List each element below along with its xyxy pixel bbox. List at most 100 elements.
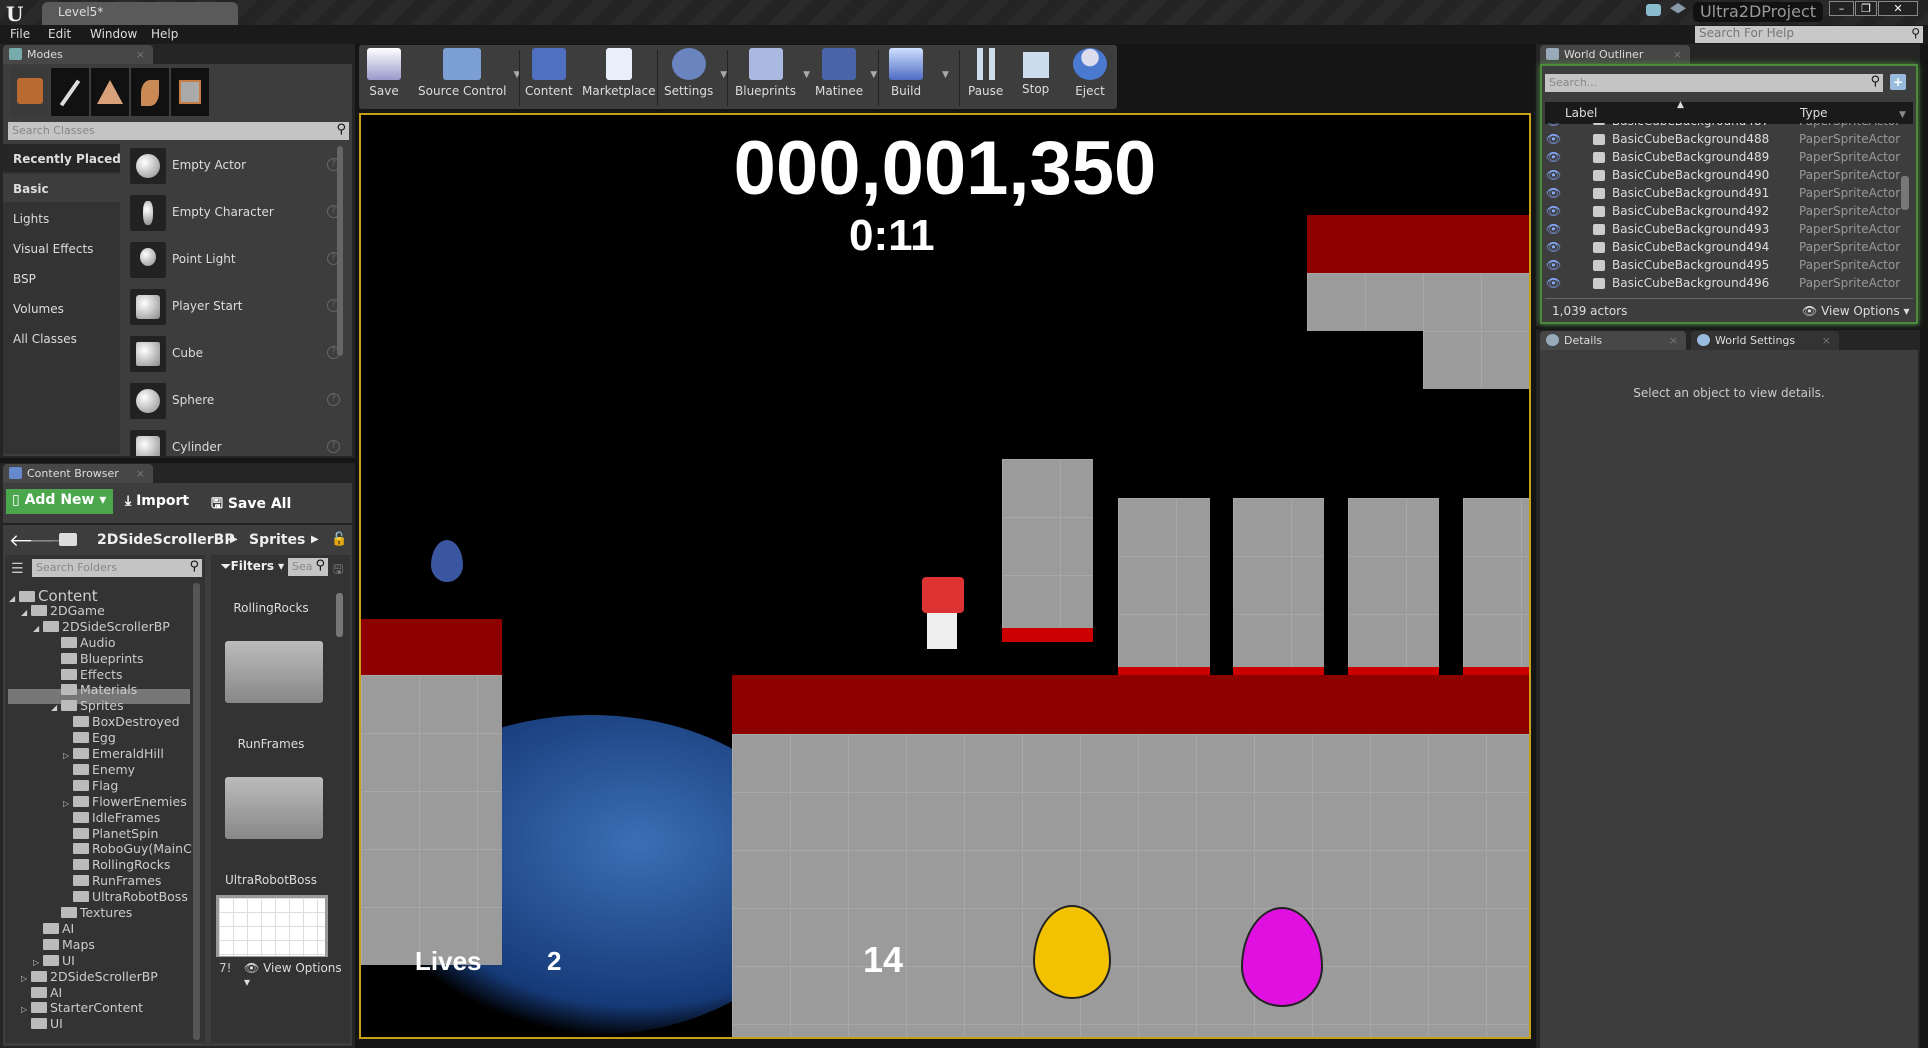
visibility-eye-icon[interactable]: 👁 [1546, 123, 1561, 128]
search-assets-input[interactable]: Sea ⚲ [288, 558, 328, 576]
column-label[interactable]: Label [1565, 106, 1597, 120]
asset-scrollbar[interactable] [336, 593, 343, 637]
expand-arrow-icon[interactable]: ▷ [21, 1005, 31, 1014]
folder-tree-item[interactable]: Effects [51, 667, 123, 682]
paint-mode-icon[interactable] [51, 68, 89, 116]
geometry-mode-icon[interactable] [171, 68, 209, 116]
expand-arrow-icon[interactable]: ◢ [33, 624, 43, 633]
expand-arrow-icon[interactable]: ▷ [33, 958, 43, 967]
class-item-cylinder[interactable]: Cylinder? [130, 428, 340, 456]
toolbar-settings-button[interactable]: Settings ▼ [664, 48, 727, 98]
build-dropdown-icon[interactable]: ▼ [942, 70, 949, 80]
folder-tree-item[interactable]: Enemy [63, 762, 135, 777]
folder-tree-item[interactable]: Flag [63, 778, 118, 793]
folder-tree-item[interactable]: RunFrames [63, 873, 161, 888]
tree-toggle-icon[interactable]: ☰ [11, 561, 24, 577]
folder-tree-item[interactable]: RoboGuy(MainC) [63, 841, 197, 856]
folder-tree-item[interactable]: BoxDestroyed [63, 714, 180, 729]
toolbar-content-button[interactable]: Content [525, 48, 573, 98]
save-all-button[interactable]: 🖫 Save All [211, 493, 291, 517]
search-folders-input[interactable]: Search Folders ⚲ [32, 559, 202, 577]
folder-runframes-icon[interactable] [225, 777, 323, 839]
toolbar-marketplace-button[interactable]: Marketplace [582, 48, 656, 98]
outliner-row[interactable]: 👁 BasicCubeBackground494 PaperSpriteActor [1546, 239, 1908, 257]
visibility-eye-icon[interactable]: 👁 [1546, 150, 1561, 164]
game-viewport[interactable]: 000,001,350 0:11 Lives 2 14 [359, 113, 1531, 1039]
visibility-eye-icon[interactable]: 👁 [1546, 258, 1561, 272]
outliner-view-options-button[interactable]: 👁 View Options ▾ [1802, 304, 1910, 318]
folder-tree-item[interactable]: ▷ StarterContent [21, 1000, 143, 1015]
add-folder-icon[interactable]: + [1890, 74, 1906, 90]
filters-button[interactable]: ⏷Filters ▾ [221, 559, 284, 574]
tab-details[interactable]: Details × [1540, 331, 1686, 350]
folder-tree-item[interactable]: Materials [51, 682, 137, 697]
view-options-button[interactable]: 👁 View Options ▾ [244, 961, 350, 989]
help-icon[interactable]: ? [327, 205, 340, 218]
path-sprites[interactable]: Sprites [249, 532, 305, 548]
learn-icon[interactable] [1670, 3, 1686, 14]
toolbar-source-control-button[interactable]: Source Control ▼ [418, 48, 520, 98]
toolbar-pause-button[interactable]: Pause [968, 48, 1003, 98]
expand-arrow-icon[interactable]: ◢ [9, 594, 19, 603]
visibility-eye-icon[interactable]: 👁 [1546, 276, 1561, 290]
outliner-row[interactable]: 👁 BasicCubeBackground489 PaperSpriteActor [1546, 149, 1908, 167]
class-item-point-light[interactable]: Point Light? [130, 240, 340, 280]
path-2dsidescrollerbp[interactable]: 2DSideScrollerBP [97, 532, 235, 548]
tab-content-browser[interactable]: Content Browser × [3, 464, 153, 483]
search-classes-input[interactable]: Search Classes ⚲ [8, 122, 349, 140]
folder-open-icon[interactable] [59, 533, 77, 546]
path-chevron-icon[interactable]: ▶ [311, 534, 319, 545]
toolbar-matinee-button[interactable]: Matinee ▼ [815, 48, 877, 98]
class-item-cube[interactable]: Cube? [130, 334, 340, 374]
close-button[interactable]: ✕ [1878, 1, 1918, 16]
folder-tree-item[interactable]: ▷ FlowerEnemies [63, 794, 187, 809]
folder-tree-item[interactable]: ◢ 2DGame [21, 603, 105, 618]
close-icon[interactable]: × [1673, 48, 1682, 61]
help-search-input[interactable]: Search For Help ⚲ [1695, 26, 1923, 43]
place-mode-icon[interactable] [11, 68, 49, 116]
menu-help[interactable]: Help [151, 27, 178, 41]
folder-tree-item[interactable]: AI [33, 921, 74, 936]
outliner-search-input[interactable]: Search... ⚲ [1545, 74, 1883, 92]
help-icon[interactable]: ? [327, 299, 340, 312]
outliner-row[interactable]: 👁 BasicCubeBackground493 PaperSpriteActor [1546, 221, 1908, 239]
expand-arrow-icon[interactable]: ◢ [21, 608, 31, 617]
lock-icon[interactable]: 🔓 [331, 532, 347, 547]
help-icon[interactable]: ? [327, 393, 340, 406]
column-type[interactable]: Type [1800, 106, 1828, 120]
expand-arrow-icon[interactable]: ◢ [51, 703, 61, 712]
outliner-row[interactable]: 👁 BasicCubeBackground495 PaperSpriteActor [1546, 257, 1908, 275]
class-item-empty-character[interactable]: Empty Character? [130, 193, 340, 233]
chat-icon[interactable] [1646, 4, 1661, 16]
toolbar-stop-button[interactable]: Stop [1022, 48, 1049, 96]
close-icon[interactable]: × [136, 48, 145, 61]
expand-arrow-icon[interactable]: ▷ [21, 974, 31, 983]
folder-tree-item[interactable]: UltraRobotBoss [63, 889, 188, 904]
add-new-button[interactable]: ▯ Add New ▾ [6, 489, 113, 514]
landscape-mode-icon[interactable] [91, 68, 129, 116]
restore-button[interactable]: ❐ [1855, 1, 1877, 16]
folder-tree-item[interactable]: Audio [51, 635, 116, 650]
menu-window[interactable]: Window [90, 27, 137, 41]
visibility-eye-icon[interactable]: 👁 [1546, 168, 1561, 182]
tab-world-settings[interactable]: World Settings × [1691, 331, 1839, 350]
folder-rollingrocks-icon[interactable] [225, 641, 323, 703]
class-item-empty-actor[interactable]: Empty Actor? [130, 146, 340, 186]
help-icon[interactable]: ? [327, 158, 340, 171]
import-button[interactable]: ⤓ Import [125, 493, 189, 509]
folder-tree-item[interactable]: Egg [63, 730, 116, 745]
close-icon[interactable]: × [1669, 334, 1678, 347]
visibility-eye-icon[interactable]: 👁 [1546, 222, 1561, 236]
level-tab[interactable]: Level5* [42, 2, 238, 25]
folder-tree-item[interactable]: PlanetSpin [63, 826, 158, 841]
close-icon[interactable]: × [1822, 334, 1831, 347]
tab-modes[interactable]: Modes × [3, 45, 153, 64]
toolbar-eject-button[interactable]: Eject [1073, 48, 1107, 98]
path-chevron-icon[interactable]: ▶ [230, 534, 238, 545]
folder-tree-item[interactable]: IdleFrames [63, 810, 160, 825]
folder-tree-item[interactable]: ◢ Sprites [51, 698, 124, 713]
folder-tree-item[interactable]: ▷ UI [33, 953, 75, 968]
toolbar-build-button[interactable]: Build [889, 48, 923, 98]
foliage-mode-icon[interactable] [131, 68, 169, 116]
class-item-sphere[interactable]: Sphere? [130, 381, 340, 421]
